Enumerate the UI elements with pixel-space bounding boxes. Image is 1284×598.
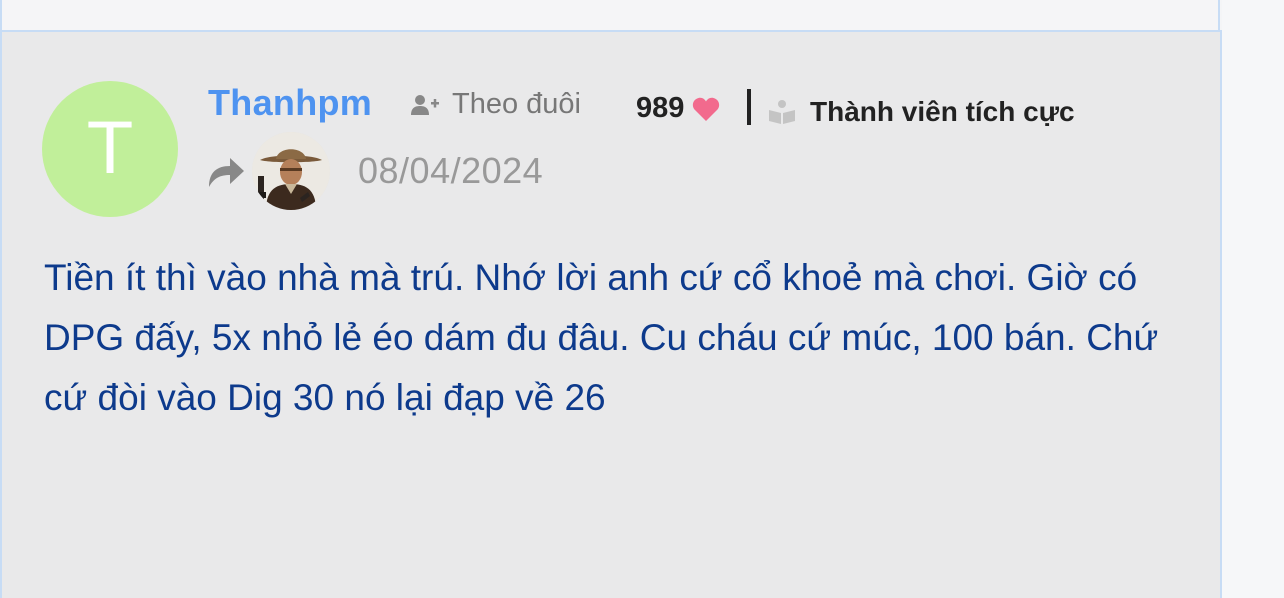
comment-body: Tiền ít thì vào nhà mà trú. Nhớ lời anh … xyxy=(44,257,1159,418)
comment-card: T Thanhpm Theo đuôi 989 Thành viên tích … xyxy=(0,30,1222,598)
heart-icon xyxy=(693,97,720,121)
book-icon xyxy=(769,100,795,124)
user-avatar[interactable]: T xyxy=(42,81,178,217)
page: T Thanhpm Theo đuôi 989 Thành viên tích … xyxy=(0,0,1284,598)
user-plus-icon xyxy=(411,94,439,115)
share-arrow-icon[interactable] xyxy=(206,154,246,190)
page-margin xyxy=(1222,0,1284,598)
previous-post-card xyxy=(0,0,1220,30)
username-link[interactable]: Thanhpm xyxy=(208,82,372,124)
follow-label: Theo đuôi xyxy=(452,88,581,120)
avatar-initial: T xyxy=(88,108,132,190)
follow-button[interactable]: Theo đuôi xyxy=(410,88,581,121)
rank-label: Thành viên tích cực xyxy=(810,96,1075,127)
divider xyxy=(747,89,751,125)
post-date: 08/04/2024 xyxy=(358,150,544,191)
user-points: 989 xyxy=(636,92,720,125)
rank-badge: Thành viên tích cực xyxy=(768,96,1075,128)
reply-target-avatar[interactable] xyxy=(252,132,330,210)
points-value: 989 xyxy=(636,92,685,124)
cowboy-portrait-image xyxy=(252,132,330,210)
